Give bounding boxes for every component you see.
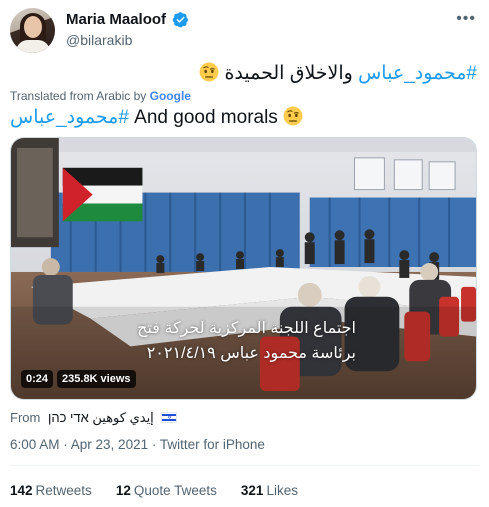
verified-badge-icon: [173, 12, 189, 28]
source-label: From: [10, 410, 41, 425]
tweet-timestamp[interactable]: 6:00 AM · Apr 23, 2021 · Twitter for iPh…: [10, 437, 265, 452]
tweet-header: Maria Maaloof @bilarakib •••: [10, 8, 480, 53]
likes-label: Likes: [266, 483, 298, 498]
israel-flag-icon: ✡: [161, 412, 178, 423]
tweet-original-text: #محمود_عباس والاخلاق الحميدة: [199, 62, 477, 85]
avatar[interactable]: [10, 8, 55, 53]
retweets-stat[interactable]: 142 Retweets: [10, 483, 92, 498]
translated-label: Translated from Arabic by: [10, 89, 147, 103]
original-text-body: والاخلاق الحميدة: [219, 63, 359, 84]
quotes-label: Quote Tweets: [133, 483, 217, 498]
divider: [10, 465, 479, 466]
retweets-label: Retweets: [35, 483, 92, 498]
translated-notice[interactable]: Translated from Arabic by Google: [10, 89, 191, 103]
video-caption: اجتماع اللجنة المركزية لحركة فتح برئاسة …: [137, 316, 356, 366]
source-account-link[interactable]: إيدي كوهين אדי כהן: [48, 410, 154, 425]
retweets-count: 142: [10, 483, 33, 498]
video-caption-line2: برئاسة محمود عباس ٢٠٢١/٤/١٩: [146, 345, 356, 362]
likes-count: 321: [240, 483, 264, 498]
video-caption-line1: اجتماع اللجنة المركزية لحركة فتح: [137, 320, 356, 337]
video-duration: 0:24: [21, 370, 54, 388]
face-with-raised-eyebrow-icon: [283, 106, 303, 126]
translated-text-body: And good morals: [128, 107, 284, 128]
face-with-raised-eyebrow-icon: [199, 62, 219, 82]
tweet-translated-text: #محمود_عباس And good morals: [10, 106, 303, 129]
likes-stat[interactable]: 321 Likes: [241, 483, 298, 498]
quotes-count: 12: [115, 483, 131, 498]
hashtag-link[interactable]: #محمود_عباس: [10, 107, 129, 128]
hashtag-link[interactable]: #محمود_عباس: [358, 63, 477, 84]
video-source-line: From إيدي كوهين אדי כהן ✡: [10, 410, 178, 426]
author-display-name[interactable]: Maria Maaloof: [66, 11, 166, 28]
author-handle[interactable]: @bilarakib: [66, 32, 189, 48]
engagement-stats: 142 Retweets 12 Quote Tweets 321 Likes: [10, 483, 298, 498]
quote-tweets-stat[interactable]: 12 Quote Tweets: [116, 483, 217, 498]
video-meta: 0:24 235.8K views: [21, 370, 136, 388]
video-views: 235.8K views: [57, 370, 136, 388]
author-block[interactable]: Maria Maaloof @bilarakib: [66, 11, 189, 48]
ellipsis-icon[interactable]: •••: [456, 10, 476, 28]
video-player[interactable]: اجتماع اللجنة المركزية لحركة فتح برئاسة …: [10, 137, 477, 400]
google-logo: Google: [149, 89, 191, 103]
